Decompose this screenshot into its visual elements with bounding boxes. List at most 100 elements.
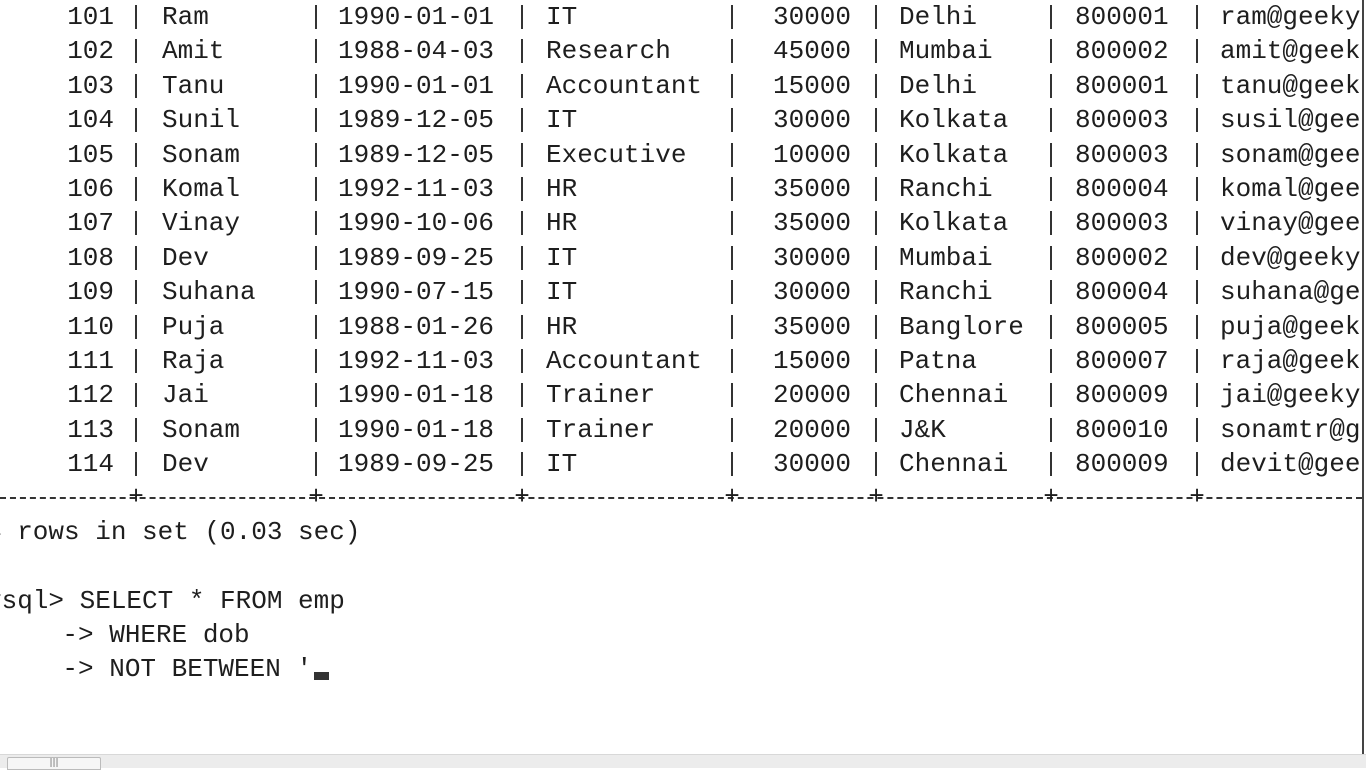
column-divider — [521, 349, 523, 373]
column-divider — [315, 349, 317, 373]
cell-id: 104 — [67, 105, 114, 136]
column-divider — [875, 349, 877, 373]
cell-name: Sonam — [162, 139, 241, 170]
cell-pin: 800001 — [1075, 2, 1169, 32]
cell-dept: Executive — [546, 139, 687, 170]
column-divider — [1196, 39, 1198, 64]
cell-city: Mumbai — [899, 242, 993, 273]
table-row: 106 Komal 1992-11-03 HR 35000 Ranchi 800004 kom… — [0, 172, 1366, 206]
cell-pin: 800005 — [1075, 311, 1169, 342]
column-divider — [1050, 73, 1052, 98]
query-line-1[interactable]: ysql> SELECT * FROM emp — [0, 584, 345, 618]
column-divider — [521, 280, 523, 305]
cell-pin: 800007 — [1075, 346, 1169, 376]
cell-id: 112 — [67, 380, 114, 411]
query-line-2[interactable]: -> WHERE dob — [0, 618, 249, 652]
cell-dept: IT — [546, 449, 578, 480]
column-divider — [731, 5, 733, 29]
cell-name: Puja — [162, 311, 225, 342]
cell-name: Ram — [162, 2, 209, 32]
cell-id: 106 — [67, 174, 114, 204]
column-divider — [875, 383, 877, 408]
cell-dob: 1992-11-03 — [338, 174, 495, 204]
column-divider — [135, 349, 137, 373]
border-junction: + — [514, 482, 530, 512]
cell-email: amit@geek — [1220, 36, 1361, 67]
column-divider — [315, 211, 317, 236]
cell-dept: IT — [546, 105, 578, 136]
text-cursor — [314, 672, 330, 680]
cell-pin: 800001 — [1075, 70, 1169, 101]
cell-salary: 20000 — [772, 414, 851, 445]
cell-email: ram@geeky — [1220, 2, 1361, 32]
cell-name: Dev — [162, 449, 209, 480]
cell-dob: 1989-12-05 — [338, 139, 495, 170]
query-line-3[interactable]: -> NOT BETWEEN ' — [0, 652, 330, 686]
scrollbar-thumb[interactable]: ||| — [7, 757, 101, 770]
border-junction: + — [308, 482, 324, 512]
column-divider — [1196, 280, 1198, 305]
table-row: 104 Sunil 1989-12-05 IT 30000 Kolkata 800003 su… — [0, 103, 1366, 137]
cell-name: Raja — [162, 346, 225, 376]
column-divider — [521, 245, 523, 270]
cell-pin: 800003 — [1075, 208, 1169, 239]
cell-dob: 1989-09-25 — [338, 449, 495, 480]
cell-id: 103 — [67, 70, 114, 101]
column-divider — [1196, 314, 1198, 339]
column-divider — [731, 39, 733, 64]
cell-dob: 1990-01-01 — [338, 2, 495, 32]
column-divider — [731, 417, 733, 442]
column-divider — [315, 245, 317, 270]
cell-id: 101 — [67, 2, 114, 32]
column-divider — [1196, 5, 1198, 29]
table-row: 107 Vinay 1990-10-06 HR 35000 Kolkata 800003 vi… — [0, 206, 1366, 240]
column-divider — [731, 245, 733, 270]
column-divider — [731, 383, 733, 408]
cell-salary: 30000 — [772, 105, 851, 136]
column-divider — [875, 39, 877, 64]
cell-dob: 1990-07-15 — [338, 277, 495, 308]
cell-city: Chennai — [899, 449, 1009, 480]
cell-email: susil@gee — [1220, 105, 1361, 136]
column-divider — [521, 5, 523, 29]
cell-city: Kolkata — [899, 139, 1009, 170]
cell-salary: 30000 — [772, 242, 851, 273]
cell-dob: 1989-09-25 — [338, 242, 495, 273]
column-divider — [521, 383, 523, 408]
window-edge — [1362, 0, 1364, 755]
cell-dept: IT — [546, 242, 578, 273]
cell-id: 107 — [67, 208, 114, 239]
cell-id: 105 — [67, 139, 114, 170]
table-row: 109 Suhana 1990-07-15 IT 30000 Ranchi 800004 su… — [0, 275, 1366, 309]
column-divider — [1196, 142, 1198, 167]
column-divider — [1050, 108, 1052, 133]
cell-dept: Trainer — [546, 414, 656, 445]
column-divider — [1050, 349, 1052, 373]
cell-city: Patna — [899, 346, 978, 376]
table-row: 101 Ram 1990-01-01 IT 30000 Delhi 800001 ram@ge… — [0, 0, 1366, 34]
column-divider — [875, 417, 877, 442]
cell-id: 111 — [67, 346, 114, 376]
cell-salary: 30000 — [772, 277, 851, 308]
cell-dob: 1989-12-05 — [338, 105, 495, 136]
column-divider — [1050, 245, 1052, 270]
column-divider — [521, 142, 523, 167]
cell-city: Delhi — [899, 70, 978, 101]
column-divider — [1050, 211, 1052, 236]
cell-dob: 1990-01-01 — [338, 70, 495, 101]
column-divider — [135, 39, 137, 64]
cell-salary: 35000 — [772, 208, 851, 239]
cell-pin: 800003 — [1075, 139, 1169, 170]
cell-dob: 1988-01-26 — [338, 311, 495, 342]
column-divider — [1050, 452, 1052, 477]
column-divider — [1050, 314, 1052, 339]
column-divider — [315, 452, 317, 477]
column-divider — [1196, 73, 1198, 98]
cell-id: 108 — [67, 242, 114, 273]
column-divider — [1196, 177, 1198, 201]
column-divider — [875, 280, 877, 305]
cell-email: devit@gee — [1220, 449, 1361, 480]
column-divider — [315, 177, 317, 201]
column-divider — [731, 211, 733, 236]
horizontal-scrollbar[interactable]: ||| — [0, 754, 1366, 770]
